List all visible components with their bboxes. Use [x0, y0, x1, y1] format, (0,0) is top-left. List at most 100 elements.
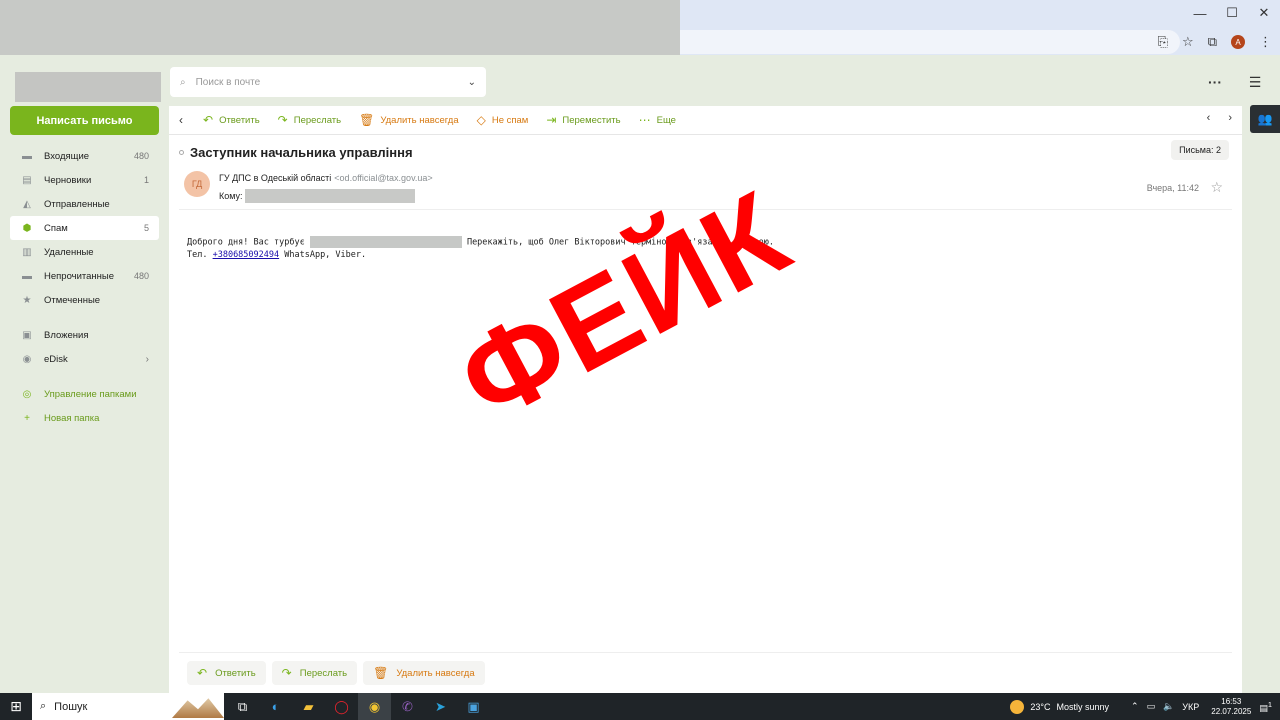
profile-avatar[interactable]: A: [1231, 35, 1245, 49]
sidebar-item-attachments[interactable]: ▣ Вложения: [10, 323, 159, 347]
contacts-icon[interactable]: 👥: [1250, 105, 1280, 133]
extensions-icon[interactable]: ⧉: [1208, 34, 1217, 50]
prev-message-icon[interactable]: ‹: [1207, 112, 1211, 124]
sent-icon: ◭: [23, 198, 31, 210]
hamburger-icon[interactable]: ☰: [1243, 70, 1267, 94]
star-icon[interactable]: ☆: [1210, 179, 1223, 196]
weather-widget[interactable]: 23°C Mostly sunny: [1010, 699, 1109, 714]
search-icon: ⌕: [180, 76, 186, 88]
not-spam-button[interactable]: ◇ Не спам: [477, 113, 529, 127]
message-panel: ‹ ↶ Ответить ↷ Переслать 🗑 Удалить навсе…: [169, 106, 1242, 693]
browser-menu-icon[interactable]: ⋮: [1259, 34, 1272, 50]
new-folder-link[interactable]: + Новая папка: [10, 406, 159, 430]
telegram-icon[interactable]: ➤: [424, 693, 457, 720]
sidebar-item-inbox[interactable]: ▬ Входящие 480: [10, 144, 159, 168]
taskbar: ⊞ ⌕ Пошук ⧉ ◐ ▰ ◯ ◉ ✆ ➤ ▣ 23°C Mostly su…: [0, 693, 1280, 720]
bookmark-star-icon[interactable]: ☆: [1182, 34, 1194, 50]
delete-bottom-button[interactable]: 🗑 Удалить навсегда: [363, 661, 485, 685]
search-input[interactable]: ⌕ Поиск в почте ⌄: [170, 67, 486, 97]
subject-row: Заступник начальника управління Письма: …: [179, 140, 1229, 162]
divider: [179, 652, 1232, 653]
opera-icon[interactable]: ◯: [325, 693, 358, 720]
delete-forever-button[interactable]: 🗑 Удалить навсегда: [359, 113, 459, 127]
sidebar-item-spam[interactable]: ⬢ Спам 5: [10, 216, 159, 240]
reply-label: Ответить: [219, 114, 260, 126]
folder-label: Спам: [44, 222, 68, 234]
manage-folders-icon: ◎: [22, 388, 32, 400]
star-icon: ★: [22, 294, 32, 306]
reply-button[interactable]: ↶ Ответить: [203, 113, 260, 127]
clock[interactable]: 16:53 22.07.2025: [1211, 697, 1251, 717]
file-explorer-icon[interactable]: ▰: [292, 693, 325, 720]
taskbar-search[interactable]: ⌕ Пошук: [32, 693, 224, 720]
move-button[interactable]: ⇥ Переместить: [546, 113, 620, 127]
fake-stamp: ФЕЙК: [437, 165, 810, 449]
minimize-button[interactable]: —: [1184, 0, 1216, 26]
sidebar-item-sent[interactable]: ◭ Отправленные: [10, 192, 159, 216]
close-button[interactable]: ✕: [1248, 0, 1280, 26]
warning-icon: ◇: [476, 113, 486, 127]
compose-button[interactable]: Написать письмо: [10, 106, 159, 135]
sender-avatar: ГД: [184, 171, 210, 197]
folder-action-label: Новая папка: [44, 412, 100, 424]
folder-label: Отмеченные: [44, 294, 101, 306]
folder-count: 480: [133, 151, 149, 161]
search-placeholder: Поиск в почте: [195, 76, 261, 88]
spam-icon: ⬢: [22, 222, 32, 234]
message-nav: ‹ ›: [1207, 112, 1232, 124]
folder-label: eDisk: [44, 353, 68, 365]
forward-bottom-button[interactable]: ↷ Переслать: [271, 661, 358, 685]
more-horizontal-icon[interactable]: ···: [1200, 70, 1230, 94]
phone-link[interactable]: +380685092494: [213, 250, 280, 260]
battery-icon[interactable]: ▭: [1147, 701, 1156, 712]
back-icon[interactable]: ‹: [179, 113, 203, 127]
sidebar-item-unread[interactable]: ▬ Непрочитанные 480: [10, 264, 159, 288]
reply-bottom-button[interactable]: ↶ Ответить: [187, 661, 266, 685]
remote-desktop-icon[interactable]: ▣: [457, 693, 490, 720]
task-view-icon[interactable]: ⧉: [226, 693, 259, 720]
chevron-up-icon[interactable]: ⌃: [1131, 701, 1139, 712]
folder-label: Непрочитанные: [44, 270, 115, 282]
manage-folders-link[interactable]: ◎ Управление папками: [10, 382, 159, 406]
message-subject: Заступник начальника управління: [190, 144, 413, 160]
notification-icon[interactable]: ▤1: [1259, 700, 1272, 714]
chrome-icon[interactable]: ◉: [358, 693, 391, 720]
plus-icon: +: [24, 412, 30, 424]
address-bar[interactable]: [680, 30, 1180, 54]
volume-icon[interactable]: 🔈: [1163, 701, 1174, 712]
inbox-icon: ▬: [22, 150, 32, 162]
maximize-button[interactable]: ☐: [1216, 0, 1248, 26]
language-indicator[interactable]: УКР: [1182, 702, 1199, 712]
more-button[interactable]: ⋯ Еще: [639, 113, 676, 127]
message-toolbar: ‹ ↶ Ответить ↷ Переслать 🗑 Удалить навсе…: [169, 106, 1242, 135]
sidebar-item-deleted[interactable]: ▥ Удаленные: [10, 240, 159, 264]
more-circle-icon: ⋯: [638, 113, 651, 127]
install-app-icon[interactable]: ⎘: [1158, 34, 1168, 50]
next-message-icon[interactable]: ›: [1228, 112, 1232, 124]
windows-start-icon[interactable]: ⊞: [0, 693, 32, 720]
sender-name[interactable]: ГУ ДПС в Одеській області: [219, 173, 331, 183]
viber-icon[interactable]: ✆: [391, 693, 424, 720]
forward-button[interactable]: ↷ Переслать: [278, 113, 341, 127]
sun-icon: [1010, 699, 1025, 714]
forward-icon: ↷: [277, 113, 288, 127]
redacted-recipient: [245, 189, 415, 203]
move-label: Переместить: [562, 114, 621, 126]
edge-icon[interactable]: ◐: [259, 693, 292, 720]
search-highlight-image: [172, 698, 224, 718]
forward-label: Переслать: [299, 667, 348, 679]
sidebar-item-starred[interactable]: ★ Отмеченные: [10, 288, 159, 312]
sent-time: Вчера, 11:42: [1146, 183, 1199, 193]
thread-count-badge[interactable]: Письма: 2: [1171, 140, 1229, 160]
unread-dot-icon[interactable]: [179, 149, 184, 155]
chevron-down-icon[interactable]: ⌄: [468, 77, 476, 88]
address-row: ⎘ ☆ ⧉ A ⋮: [680, 30, 1280, 54]
sidebar-item-edisk[interactable]: ◉ eDisk ›: [10, 347, 159, 371]
browser-chrome: — ☐ ✕ ⎘ ☆ ⧉ A ⋮: [0, 0, 1280, 55]
app-header: ⌕ Поиск в почте ⌄ ··· ☰: [0, 55, 1280, 105]
system-tray: 23°C Mostly sunny ⌃ ▭ 🔈 УКР 16:53 22.07.…: [1010, 693, 1280, 720]
sidebar-item-drafts[interactable]: ▤ Черновики 1: [10, 168, 159, 192]
attachment-icon: ▣: [22, 329, 32, 341]
draft-icon: ▤: [22, 174, 32, 186]
sender-email[interactable]: <od.official@tax.gov.ua>: [334, 173, 432, 183]
